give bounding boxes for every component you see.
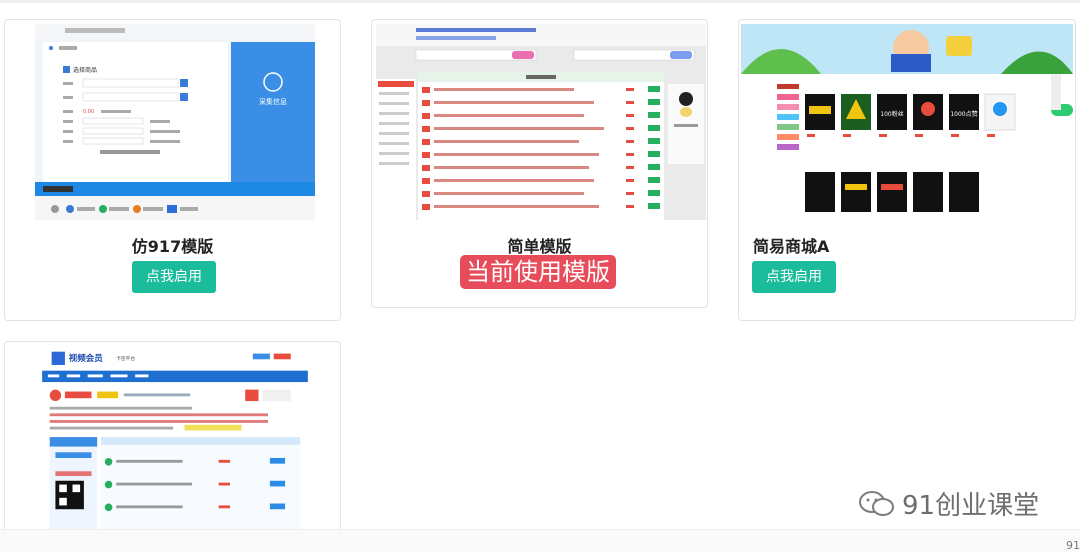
page-number: 91 (1066, 539, 1080, 552)
template-preview-4: 视频会员 卡密平台 (42, 346, 308, 532)
template-preview-2 (376, 24, 706, 220)
template-card-3: 100粉丝 1000点赞 简易商城A 点我启用 (738, 19, 1076, 321)
svg-text:100粉丝: 100粉丝 (880, 110, 903, 118)
watermark-text: 91创业课堂 (902, 491, 1040, 521)
svg-text:采集信息: 采集信息 (259, 97, 287, 106)
current-template-badge: 当前使用模版 (460, 255, 616, 289)
enable-template-button[interactable]: 点我启用 (132, 261, 216, 293)
preview1-title: 选择商品 (73, 66, 97, 74)
wechat-icon (859, 490, 894, 516)
template-card-2: 简单模版 当前使用模版 (371, 19, 708, 308)
template-name: 简易商城A (753, 237, 830, 256)
top-divider (0, 0, 1080, 3)
svg-text:1000点赞: 1000点赞 (950, 110, 977, 118)
watermark: 91创业课堂 (858, 485, 1039, 522)
svg-text:视频会员: 视频会员 (69, 352, 104, 364)
template-preview-1: 选择商品 0.00 采集信息 (35, 24, 315, 220)
template-preview-3: 100粉丝 1000点赞 (741, 24, 1073, 220)
bottom-bar (0, 529, 1080, 552)
template-name: 仿917模版 (131, 237, 214, 256)
svg-text:0.00: 0.00 (83, 109, 94, 115)
enable-template-button[interactable]: 点我启用 (752, 261, 836, 293)
template-name: 简单模版 (507, 237, 572, 256)
template-card-1: 选择商品 0.00 采集信息 仿917模版 点我启用 (4, 19, 341, 321)
template-card-4: 视频会员 卡密平台 (4, 341, 341, 541)
